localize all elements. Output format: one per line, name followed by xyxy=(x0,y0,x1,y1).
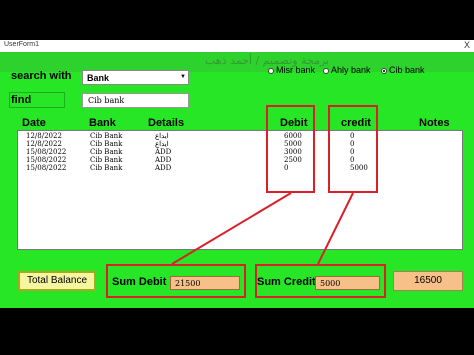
total-balance-button[interactable]: Total Balance xyxy=(18,271,96,291)
radio-ahly-bank[interactable]: Ahly bank xyxy=(323,65,371,75)
search-with-label: search with xyxy=(11,70,72,82)
userform-window: UserForm1 X برمجة وتصميم / أحمد ذهب sear… xyxy=(0,40,474,308)
cell-date: 15/08/2022 xyxy=(26,164,67,172)
credit-highlight-box xyxy=(328,105,378,193)
window-title: UserForm1 xyxy=(4,41,40,48)
col-header-details: Details xyxy=(148,117,185,129)
search-combo[interactable]: Bank ▼ xyxy=(82,70,189,85)
radio-label: Misr bank xyxy=(276,65,316,75)
col-header-notes: Notes xyxy=(419,117,450,129)
table-row[interactable]: 12/8/2022 Cib Bank ايداع 6000 0 xyxy=(18,132,462,140)
radio-label: Cib bank xyxy=(389,65,425,75)
dropdown-arrow-icon[interactable]: ▼ xyxy=(180,74,186,80)
radio-dot-icon xyxy=(323,67,329,74)
cell-bank: Cib Bank xyxy=(90,140,123,148)
table-row[interactable]: 15/08/2022 Cib Bank ADD 3000 0 xyxy=(18,148,462,156)
radio-dot-icon xyxy=(268,67,274,74)
cell-details: ADD xyxy=(155,148,172,156)
transactions-list[interactable]: 12/8/2022 Cib Bank ايداع 6000 0 12/8/202… xyxy=(17,130,463,250)
radio-cib-bank[interactable]: Cib bank xyxy=(381,65,425,75)
find-label-frame xyxy=(9,92,65,108)
col-header-bank: Bank xyxy=(89,117,116,129)
col-header-date: Date xyxy=(22,117,46,129)
find-input[interactable]: Cib bank xyxy=(82,93,189,108)
debit-highlight-box xyxy=(266,105,315,193)
radio-label: Ahly bank xyxy=(331,65,371,75)
cell-bank: Cib Bank xyxy=(90,148,123,156)
sum-credit-field[interactable]: 5000 xyxy=(315,276,380,290)
sum-debit-label: Sum Debit xyxy=(112,276,167,288)
balance-value-box[interactable]: 16500 xyxy=(393,271,463,291)
radio-dot-selected-icon xyxy=(381,67,387,74)
cell-date: 12/8/2022 xyxy=(26,140,62,148)
search-combo-value: Bank xyxy=(87,73,110,83)
cell-details: ADD xyxy=(155,164,172,172)
sum-debit-field[interactable]: 21500 xyxy=(170,276,240,290)
radio-misr-bank[interactable]: Misr bank xyxy=(268,65,315,75)
cell-bank: Cib Bank xyxy=(90,132,123,140)
cell-details: ايداع xyxy=(155,140,169,148)
cell-details: ADD xyxy=(155,156,172,164)
cell-details: ايداع xyxy=(155,132,169,140)
table-row[interactable]: 15/08/2022 Cib Bank ADD 2500 0 xyxy=(18,156,462,164)
close-icon[interactable]: X xyxy=(464,40,470,50)
cell-date: 15/08/2022 xyxy=(26,156,67,164)
sum-credit-label: Sum Credit xyxy=(257,276,316,288)
table-row[interactable]: 12/8/2022 Cib Bank ايداع 5000 0 xyxy=(18,140,462,148)
cell-bank: Cib Bank xyxy=(90,164,123,172)
cell-date: 15/08/2022 xyxy=(26,148,67,156)
table-row[interactable]: 15/08/2022 Cib Bank ADD 0 5000 xyxy=(18,164,462,172)
cell-date: 12/8/2022 xyxy=(26,132,62,140)
cell-bank: Cib Bank xyxy=(90,156,123,164)
